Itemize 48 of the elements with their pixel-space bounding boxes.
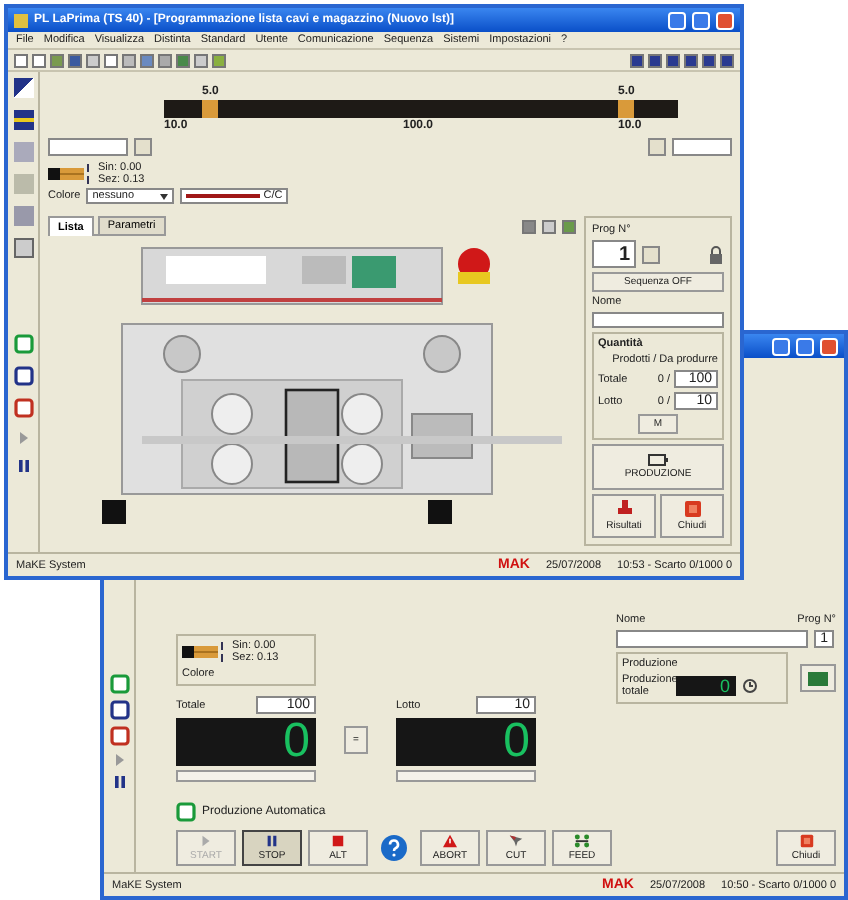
message-field xyxy=(176,770,316,782)
maximize-button[interactable] xyxy=(796,337,814,355)
program-number-field[interactable]: 1 xyxy=(592,240,636,268)
input-field[interactable] xyxy=(672,138,732,156)
pause-icon xyxy=(264,834,280,848)
pause-icon[interactable] xyxy=(15,458,31,474)
wire-icon xyxy=(182,640,226,664)
square-icon[interactable] xyxy=(13,398,33,418)
strip-segment xyxy=(618,100,634,118)
wire-bar-segment xyxy=(634,100,678,118)
minimize-button[interactable] xyxy=(668,11,686,29)
play-icon[interactable] xyxy=(15,430,31,446)
monitor-icon xyxy=(808,671,828,685)
wire-bar-segment xyxy=(164,100,202,118)
timer-icon xyxy=(742,678,758,694)
name-field[interactable] xyxy=(592,312,724,329)
wire-icon xyxy=(48,162,92,186)
cutter-icon xyxy=(506,834,526,848)
square-icon[interactable] xyxy=(13,366,33,386)
counter-display: 0 xyxy=(176,718,316,766)
help-icon xyxy=(380,834,408,862)
square-icon[interactable] xyxy=(109,726,129,746)
minimize-button[interactable] xyxy=(772,337,790,355)
spinner-button[interactable] xyxy=(642,245,660,263)
name-field[interactable] xyxy=(616,630,808,648)
lock-icon xyxy=(708,245,724,263)
message-field xyxy=(396,770,536,782)
play-icon xyxy=(198,834,214,848)
counter-display: 0 xyxy=(676,676,736,696)
square-icon[interactable] xyxy=(109,700,129,720)
input-field[interactable] xyxy=(48,138,128,156)
small-button[interactable] xyxy=(134,138,152,156)
monitor-button[interactable] xyxy=(800,664,836,692)
warning-icon xyxy=(440,834,460,848)
exit-icon xyxy=(797,834,815,848)
caret-icon xyxy=(160,193,169,199)
strip-segment xyxy=(202,100,218,118)
pause-icon[interactable] xyxy=(111,774,127,790)
close-button[interactable] xyxy=(716,11,734,29)
maximize-button[interactable] xyxy=(692,11,710,29)
exit-icon xyxy=(683,500,701,518)
rollers-icon xyxy=(572,834,592,848)
play-icon[interactable] xyxy=(111,752,127,768)
close-button[interactable] xyxy=(820,337,838,355)
stop-icon xyxy=(330,834,346,848)
counter-display: 0 xyxy=(396,718,536,766)
battery-icon xyxy=(648,454,668,467)
small-button[interactable] xyxy=(648,138,666,156)
